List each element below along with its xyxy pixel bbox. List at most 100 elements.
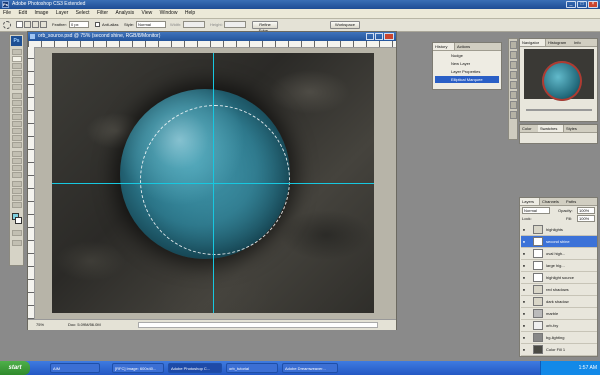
opacity-input[interactable]: 100% <box>577 207 595 214</box>
history-item[interactable]: Layer Properties <box>435 68 499 75</box>
feather-input[interactable]: 0 px <box>69 21 89 28</box>
crop-tool-icon[interactable] <box>12 77 22 83</box>
dodge-tool-icon[interactable] <box>12 142 22 148</box>
clock[interactable]: 1:57 AM <box>579 365 597 371</box>
blur-tool-icon[interactable] <box>12 135 22 141</box>
width-input[interactable] <box>183 21 205 28</box>
background-color-swatch[interactable] <box>15 217 22 224</box>
layer-row[interactable]: ● highlights <box>521 224 597 236</box>
menu-help[interactable]: Help <box>182 9 198 18</box>
visibility-eye-icon[interactable]: ● <box>522 299 526 304</box>
blend-mode-select[interactable]: Normal <box>522 207 550 214</box>
dock-history-icon[interactable] <box>510 41 517 49</box>
visibility-eye-icon[interactable]: ● <box>522 251 526 256</box>
style-select[interactable]: Normal <box>136 21 166 28</box>
lasso-tool-icon[interactable] <box>12 63 22 69</box>
move-tool-icon[interactable] <box>12 49 22 55</box>
clone-stamp-tool-icon[interactable] <box>12 107 22 113</box>
add-selection-icon[interactable] <box>24 21 31 28</box>
taskbar-item[interactable]: orb_tutorial <box>226 363 278 373</box>
visibility-eye-icon[interactable]: ● <box>522 335 526 340</box>
layer-row[interactable]: ● highlight source <box>521 272 597 284</box>
document-title-bar[interactable]: orb_source.psd @ 75% (second shine, RGB/… <box>28 32 396 41</box>
marquee-tool-preset-icon[interactable] <box>3 21 11 29</box>
horizontal-guide[interactable] <box>52 183 374 184</box>
menu-image[interactable]: Image <box>31 9 51 18</box>
document-window[interactable]: orb_source.psd @ 75% (second shine, RGB/… <box>27 31 397 330</box>
hand-tool-icon[interactable] <box>12 195 22 201</box>
vertical-ruler[interactable] <box>28 47 35 319</box>
visibility-eye-icon[interactable]: ● <box>522 239 526 244</box>
antialias-checkbox[interactable] <box>95 22 100 27</box>
fill-input[interactable]: 100% <box>577 215 595 222</box>
minimize-button[interactable]: _ <box>566 1 576 8</box>
close-button[interactable]: × <box>588 1 598 8</box>
tab-info[interactable]: Info <box>572 39 586 46</box>
visibility-eye-icon[interactable]: ● <box>522 323 526 328</box>
healing-brush-tool-icon[interactable] <box>12 93 22 99</box>
doc-size-info[interactable]: Doc: 5.09M/56.0M <box>68 320 101 330</box>
type-tool-icon[interactable] <box>12 158 22 164</box>
tab-styles[interactable]: Styles <box>564 125 584 132</box>
brush-tool-icon[interactable] <box>12 100 22 106</box>
history-item[interactable]: New Layer <box>435 60 499 67</box>
image-canvas[interactable] <box>52 53 374 313</box>
tab-paths[interactable]: Paths <box>564 198 580 205</box>
doc-minimize-button[interactable] <box>366 33 374 40</box>
intersect-selection-icon[interactable] <box>40 21 47 28</box>
menu-window[interactable]: Window <box>157 9 181 18</box>
tab-actions[interactable]: Actions <box>455 43 477 50</box>
refine-edge-button[interactable]: Refine Edge... <box>252 21 278 33</box>
visibility-eye-icon[interactable]: ● <box>522 275 526 280</box>
navigator-thumbnail[interactable] <box>524 49 594 101</box>
dock-paragraph-icon[interactable] <box>510 91 517 99</box>
dock-clone-source-icon[interactable] <box>510 111 517 119</box>
notes-tool-icon[interactable] <box>12 181 22 187</box>
zoom-tool-icon[interactable] <box>12 202 22 208</box>
tab-history[interactable]: History <box>433 43 455 50</box>
visibility-eye-icon[interactable]: ● <box>522 263 526 268</box>
layer-row[interactable]: ● oval high... <box>521 248 597 260</box>
workspace-button[interactable]: Workspace <box>330 21 360 29</box>
gradient-tool-icon[interactable] <box>12 128 22 134</box>
tab-navigator[interactable]: Navigator <box>520 39 546 46</box>
horizontal-ruler[interactable] <box>28 41 396 48</box>
layer-row[interactable]: ● dark shadow <box>521 296 597 308</box>
doc-close-button[interactable] <box>384 33 394 40</box>
dock-layer-comps-icon[interactable] <box>510 81 517 89</box>
layer-row[interactable]: ● bg-lighting <box>521 332 597 344</box>
visibility-eye-icon[interactable]: ● <box>522 287 526 292</box>
tab-channels[interactable]: Channels <box>540 198 564 205</box>
magic-wand-tool-icon[interactable] <box>12 70 22 76</box>
menu-layer[interactable]: Layer <box>53 9 72 18</box>
layer-row-selected[interactable]: ● second shine <box>521 236 597 248</box>
history-item-selected[interactable]: Elliptical Marquee <box>435 76 499 83</box>
slice-tool-icon[interactable] <box>12 84 22 90</box>
dock-actions-icon[interactable] <box>510 51 517 59</box>
marquee-tool-icon[interactable] <box>12 56 22 62</box>
taskbar-item[interactable]: [RFC] Image: 600x40... <box>112 363 164 373</box>
history-brush-tool-icon[interactable] <box>12 114 22 120</box>
new-selection-icon[interactable] <box>16 21 23 28</box>
layer-row[interactable]: ● large hig... <box>521 260 597 272</box>
subtract-selection-icon[interactable] <box>32 21 39 28</box>
quick-mask-icon[interactable] <box>12 230 22 236</box>
tab-swatches[interactable]: Swatches <box>538 125 564 132</box>
height-input[interactable] <box>224 21 246 28</box>
eyedropper-tool-icon[interactable] <box>12 188 22 194</box>
tab-layers[interactable]: Layers <box>520 198 540 205</box>
doc-maximize-button[interactable] <box>375 33 383 40</box>
dock-tool-presets-icon[interactable] <box>510 71 517 79</box>
dock-brushes-icon[interactable] <box>510 61 517 69</box>
screen-mode-icon[interactable] <box>12 240 22 246</box>
navigator-view-box[interactable] <box>542 61 582 101</box>
layer-row[interactable]: ● orb-fxy <box>521 320 597 332</box>
zoom-level[interactable]: 75% <box>36 320 44 330</box>
taskbar-item-active[interactable]: Adobe Photoshop C... <box>168 363 222 373</box>
taskbar-item[interactable]: AIM <box>50 363 100 373</box>
tab-color[interactable]: Color <box>520 125 538 132</box>
eraser-tool-icon[interactable] <box>12 121 22 127</box>
menu-select[interactable]: Select <box>73 9 93 18</box>
elliptical-selection[interactable] <box>140 105 290 255</box>
layer-row[interactable]: ● red shadows <box>521 284 597 296</box>
